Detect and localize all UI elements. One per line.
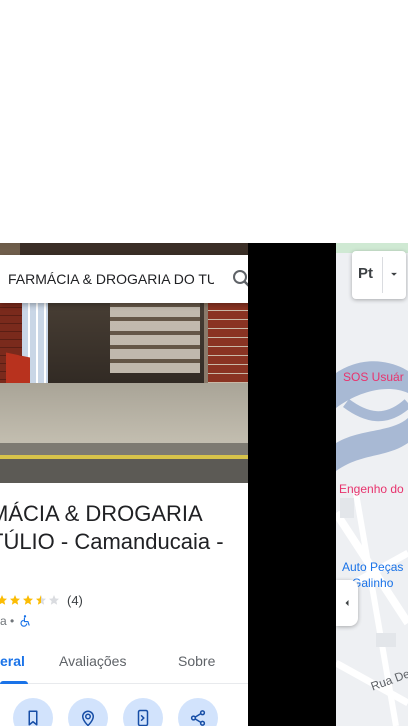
nearby-button[interactable] bbox=[68, 698, 108, 726]
place-title-line2: TÚLIO - Camanducaia - bbox=[0, 529, 224, 554]
chevron-down-icon[interactable] bbox=[387, 267, 401, 281]
layer-label[interactable]: Pt bbox=[358, 265, 373, 282]
rating-row[interactable]: (4) bbox=[0, 591, 83, 609]
rating-stars bbox=[0, 594, 61, 606]
save-button[interactable] bbox=[13, 698, 53, 726]
panel-divider bbox=[248, 243, 336, 726]
map-canvas[interactable]: SOS Usuár Engenho do Auto Peças n Galinh… bbox=[336, 243, 408, 726]
map-label[interactable]: Auto Peças bbox=[342, 560, 403, 574]
bookmark-icon bbox=[28, 710, 38, 726]
action-row bbox=[0, 698, 248, 726]
tab-overview[interactable]: eral bbox=[0, 640, 25, 682]
nearby-icon bbox=[81, 710, 95, 726]
map-label[interactable]: Engenho do bbox=[339, 482, 404, 496]
tab-reviews[interactable]: Avaliações bbox=[59, 640, 126, 682]
collapse-panel-button[interactable] bbox=[336, 580, 358, 626]
search-input[interactable]: FARMÁCIA & DROGARIA DO TU bbox=[8, 271, 214, 287]
meta-row: a • bbox=[0, 612, 32, 630]
share-icon bbox=[190, 710, 206, 726]
send-to-phone-icon bbox=[137, 709, 149, 726]
star-full-icon bbox=[23, 595, 33, 605]
star-empty-icon bbox=[49, 595, 59, 605]
place-title-line1: MÁCIA & DROGARIA bbox=[0, 501, 203, 526]
category-text: a • bbox=[0, 614, 15, 628]
tab-about[interactable]: Sobre bbox=[178, 640, 215, 682]
star-full-icon bbox=[0, 595, 7, 605]
tab-indicator bbox=[0, 681, 28, 684]
blank-area bbox=[0, 0, 408, 243]
chevron-left-icon bbox=[345, 600, 349, 606]
wheelchair-icon bbox=[20, 615, 30, 627]
tab-bar: eral Avaliações Sobre bbox=[0, 640, 248, 684]
review-count[interactable]: (4) bbox=[67, 593, 83, 608]
map-label[interactable]: SOS Usuár bbox=[343, 370, 404, 384]
star-full-icon bbox=[10, 595, 20, 605]
share-button[interactable] bbox=[178, 698, 218, 726]
layer-button[interactable]: Pt bbox=[352, 251, 406, 299]
send-to-phone-button[interactable] bbox=[123, 698, 163, 726]
star-half-icon bbox=[36, 595, 46, 605]
